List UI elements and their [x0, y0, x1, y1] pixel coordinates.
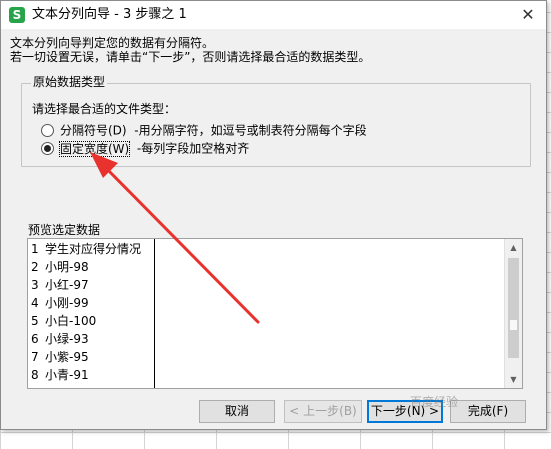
preview-label: 预览选定数据 [28, 223, 101, 237]
radio-desc-delimited: -用分隔字符，如逗号或制表符分隔每个字段 [134, 123, 367, 138]
watermark: 百度经验 [410, 395, 459, 409]
radio-label-delimited[interactable]: 分隔符号(D) [60, 124, 127, 138]
text-to-columns-dialog: S 文本分列向导 - 3 步骤之 1 ✕ 文本分列向导判定您的数据有分隔符。 若… [0, 0, 547, 430]
dialog-title: 文本分列向导 - 3 步骤之 1 [32, 7, 187, 22]
column-divider [154, 239, 155, 388]
close-icon[interactable]: ✕ [514, 3, 542, 27]
radio-delimited[interactable]: 分隔符号(D) -用分隔字符，如逗号或制表符分隔每个字段 [41, 123, 367, 138]
scrollbar-thumb[interactable] [510, 320, 517, 330]
radio-button-fixed-width[interactable] [41, 142, 54, 155]
radio-fixed-width[interactable]: 固定宽度(W) -每列字段加空格对齐 [41, 140, 250, 157]
radio-button-delimited[interactable] [41, 124, 54, 137]
preview-row: 4 小刚-99 [31, 296, 89, 310]
wps-spreadsheet-icon: S [9, 7, 25, 23]
group-legend: 原始数据类型 [31, 75, 108, 89]
scroll-down-arrow-icon[interactable]: ▼ [505, 371, 522, 388]
title-bar: S 文本分列向导 - 3 步骤之 1 ✕ [1, 1, 546, 29]
preview-row: 6 小绿-93 [31, 332, 89, 346]
finish-button[interactable]: 完成(F) [450, 400, 526, 423]
preview-row: 8 小青-91 [31, 368, 89, 382]
scroll-up-arrow-icon[interactable]: ▲ [505, 239, 522, 256]
vertical-scrollbar[interactable]: ▲ ▼ [504, 239, 522, 388]
radio-label-fixed-width[interactable]: 固定宽度(W) [58, 140, 131, 157]
preview-row: 1 学生对应得分情况 [31, 242, 142, 256]
scrollbar-track[interactable] [508, 258, 519, 358]
radio-desc-fixed-width: -每列字段加空格对齐 [136, 141, 250, 156]
preview-row: 2 小明-98 [31, 260, 89, 274]
preview-row: 7 小紫-95 [31, 350, 89, 364]
file-type-prompt: 请选择最合适的文件类型： [32, 102, 177, 116]
preview-row: 3 小红-97 [31, 278, 89, 292]
description-line-2: 若一切设置无误，请单击“下一步”，否则请选择最合适的数据类型。 [10, 50, 371, 64]
preview-row: 5 小白-100 [31, 314, 97, 328]
description-line-1: 文本分列向导判定您的数据有分隔符。 [10, 36, 215, 50]
data-preview-pane[interactable]: 1 学生对应得分情况 2 小明-98 3 小红-97 4 小刚-99 5 小白-100 6… [27, 238, 523, 389]
back-button[interactable]: < 上一步(B) [284, 400, 362, 423]
cancel-button[interactable]: 取消 [199, 400, 275, 423]
